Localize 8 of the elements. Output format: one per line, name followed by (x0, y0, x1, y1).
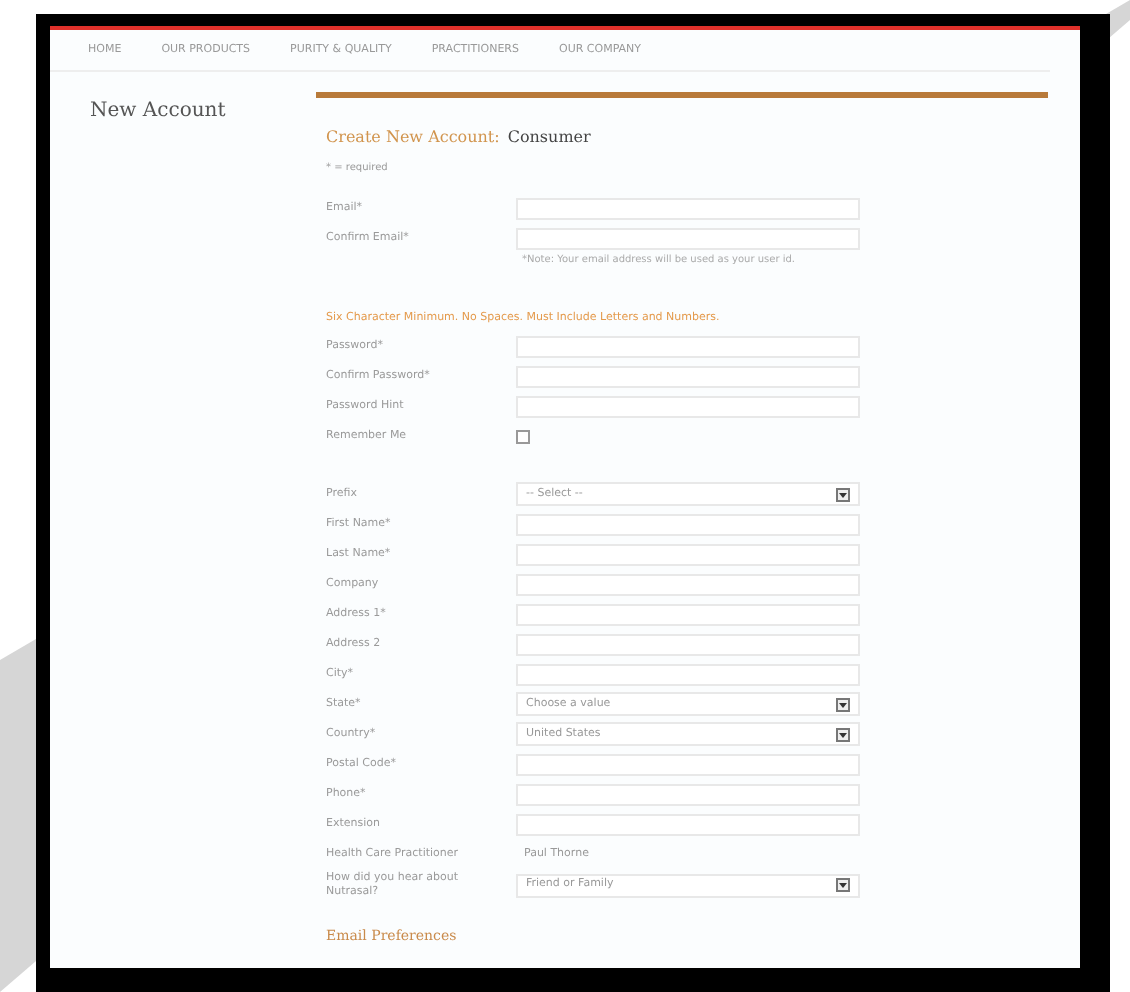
form-subheading: Consumer (507, 126, 591, 150)
dropdown-arrow-icon (836, 697, 850, 711)
checkbox[interactable] (516, 429, 530, 443)
dropdown-arrow-icon (836, 727, 850, 741)
dropdown-arrow-icon (836, 487, 850, 501)
dropdown-arrow-icon (836, 878, 850, 892)
form-heading: Create New Account: (326, 126, 500, 150)
page-title: New Account (90, 98, 228, 126)
